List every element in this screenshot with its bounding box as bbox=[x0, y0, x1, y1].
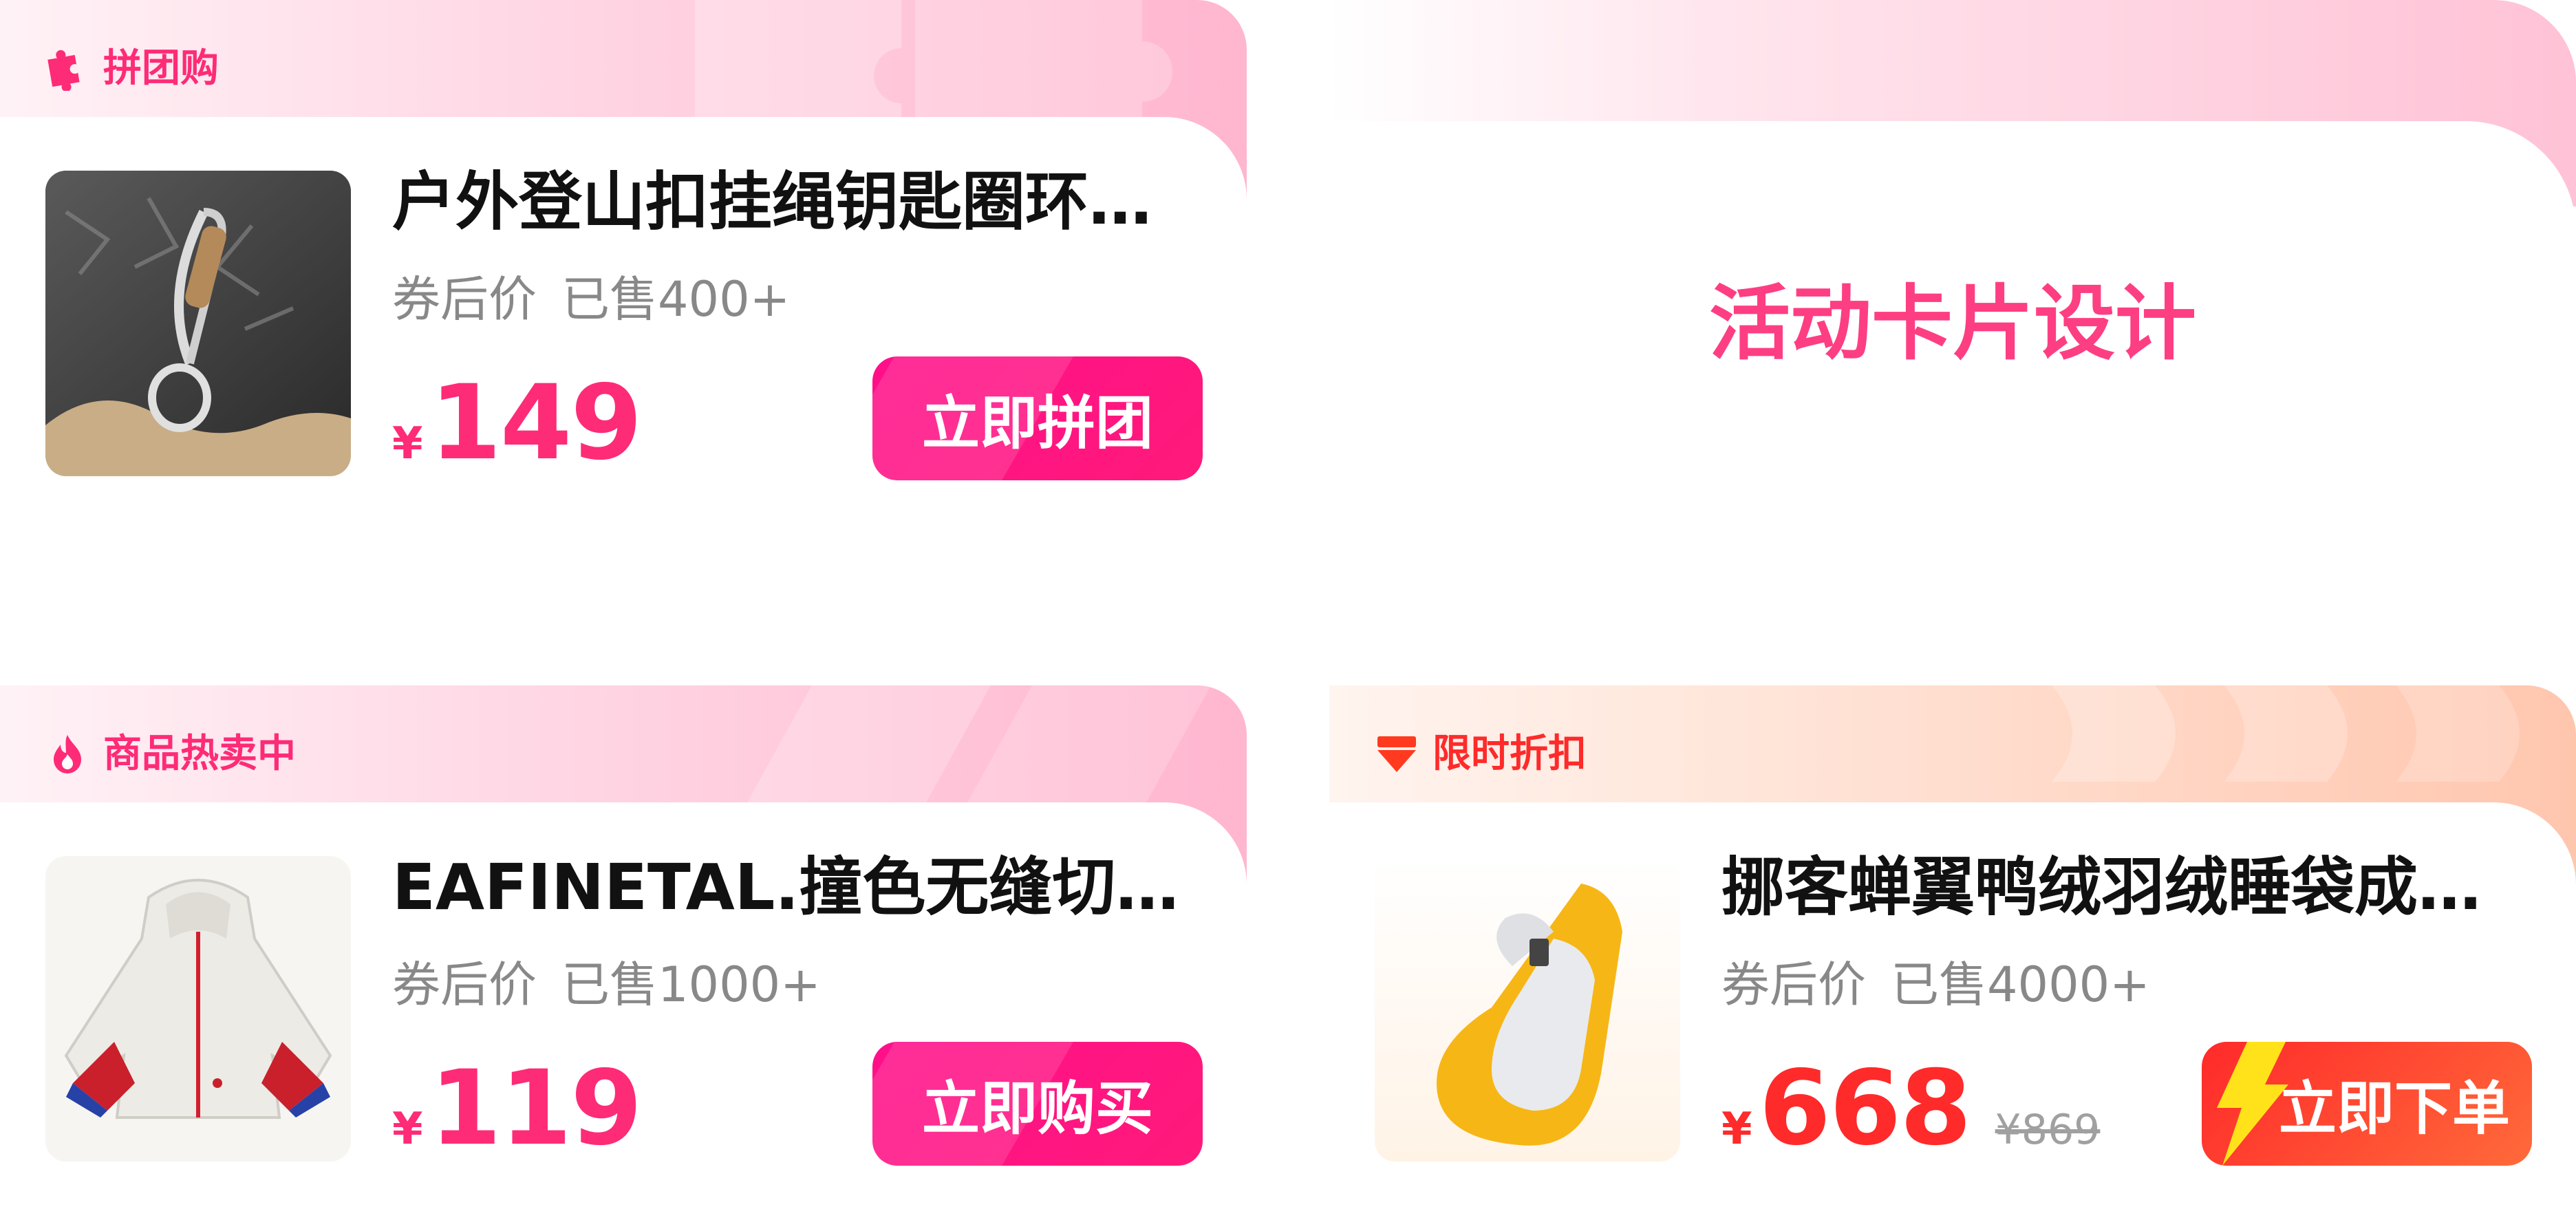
flash-discount-card[interactable]: 限时折扣 挪客蝉翼鸭绒羽绒睡袋成… 券后价 已售4000+ ¥ 668 ¥869 … bbox=[1329, 685, 2576, 1229]
sold-count: 已售4000+ bbox=[1891, 957, 2150, 1013]
button-label: 立即购买 bbox=[921, 1074, 1153, 1142]
yellow-sleeping-bag-photo bbox=[1375, 856, 1680, 1162]
product-title[interactable]: 户外登山扣挂绳钥匙圈环… bbox=[392, 161, 1204, 244]
puzzle-icon bbox=[47, 50, 80, 91]
button-label: 立即下单 bbox=[2278, 1074, 2510, 1142]
price-value: 149 bbox=[429, 363, 643, 483]
lightning-icon bbox=[2217, 1042, 2288, 1166]
original-price: ¥869 bbox=[1995, 1106, 2101, 1154]
hero-card: 活动卡片设计 bbox=[1329, 0, 2576, 482]
coupon-label: 券后价 bbox=[1721, 957, 1866, 1013]
product-title[interactable]: EAFINETAL.撞色无缝切… bbox=[392, 846, 1204, 929]
product-title[interactable]: 挪客蝉翼鸭绒羽绒睡袋成… bbox=[1721, 846, 2533, 929]
coupon-label: 券后价 bbox=[392, 271, 537, 328]
card-tag: 商品热卖中 bbox=[45, 728, 296, 780]
coupon-sold-row: 券后价 已售1000+ bbox=[392, 954, 821, 1016]
coupon-label: 券后价 bbox=[392, 957, 537, 1013]
white-jacket-photo bbox=[45, 856, 351, 1162]
keychain-carabiner-photo bbox=[45, 171, 351, 476]
card-tag: 拼团购 bbox=[45, 43, 219, 95]
coupon-sold-row: 券后价 已售400+ bbox=[392, 268, 790, 330]
price: ¥ 149 bbox=[392, 363, 643, 483]
order-now-button[interactable]: 立即下单 bbox=[2202, 1042, 2532, 1166]
tag-label: 拼团购 bbox=[103, 46, 219, 91]
buy-now-button[interactable]: 立即购买 bbox=[872, 1042, 1203, 1166]
price: ¥ 668 ¥869 bbox=[1721, 1057, 2100, 1160]
sold-count: 已售1000+ bbox=[561, 957, 821, 1013]
card-tag: 限时折扣 bbox=[1375, 728, 1587, 780]
price-value: 668 bbox=[1759, 1049, 1972, 1168]
currency-symbol: ¥ bbox=[392, 418, 423, 469]
currency-symbol: ¥ bbox=[1721, 1104, 1752, 1155]
price-value: 119 bbox=[429, 1049, 643, 1168]
button-label: 立即拼团 bbox=[921, 389, 1153, 457]
tag-label: 限时折扣 bbox=[1432, 731, 1587, 776]
price: ¥ 119 bbox=[392, 1049, 643, 1168]
group-buy-button[interactable]: 立即拼团 bbox=[872, 356, 1203, 480]
coupon-sold-row: 券后价 已售4000+ bbox=[1721, 954, 2150, 1016]
tag-label: 商品热卖中 bbox=[103, 731, 296, 776]
hero-title: 活动卡片设计 bbox=[1708, 276, 2196, 371]
flame-icon bbox=[54, 735, 81, 773]
currency-symbol: ¥ bbox=[392, 1104, 423, 1155]
group-buy-card[interactable]: 拼团购 户外登山扣挂绳钥匙圈环… 券后价 已售400+ ¥ 149 立即拼团 bbox=[0, 0, 1247, 544]
hot-sale-card[interactable]: 商品热卖中 EAFINETAL.撞色无缝切… 券后价 已售1000+ ¥ 119 … bbox=[0, 685, 1247, 1229]
down-arrow-discount-icon bbox=[1377, 736, 1416, 772]
sold-count: 已售400+ bbox=[561, 271, 791, 328]
